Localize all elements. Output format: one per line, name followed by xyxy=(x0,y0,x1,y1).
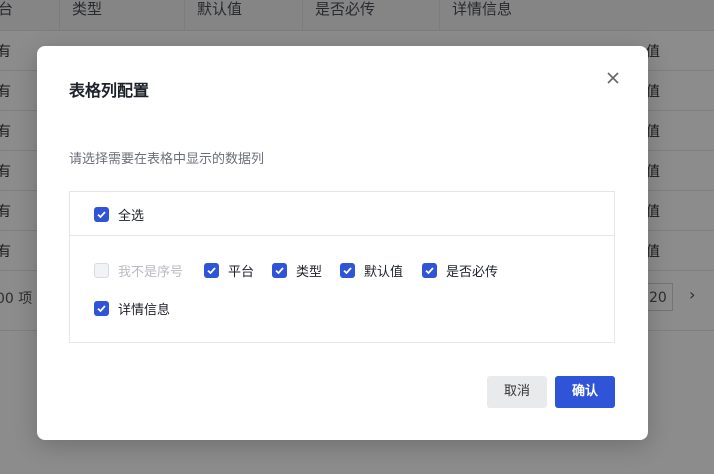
confirm-button[interactable]: 确认 xyxy=(555,376,615,408)
close-icon[interactable] xyxy=(604,70,622,88)
column-checkbox-platform[interactable]: 平台 xyxy=(204,261,255,280)
column-checkbox-panel: 全选 我不是序号 平台 类型 默认值 是否必传 详情信息 xyxy=(69,191,615,343)
column-label: 默认值 xyxy=(364,264,404,280)
dialog-title: 表格列配置 xyxy=(69,81,150,100)
cancel-button[interactable]: 取消 xyxy=(487,376,547,408)
checkbox-checked-icon xyxy=(340,262,355,278)
column-label: 类型 xyxy=(296,264,323,280)
checkbox-disabled-icon xyxy=(94,262,109,278)
dialog-hint: 请选择需要在表格中显示的数据列 xyxy=(69,152,265,167)
checkbox-checked-icon xyxy=(94,206,109,222)
column-label: 平台 xyxy=(228,264,255,280)
column-label: 详情信息 xyxy=(118,302,171,318)
column-checkbox-type[interactable]: 类型 xyxy=(272,261,323,280)
column-label: 是否必传 xyxy=(446,264,499,280)
select-all-label: 全选 xyxy=(118,208,145,224)
select-all-checkbox[interactable]: 全选 xyxy=(94,205,145,224)
select-all-row: 全选 xyxy=(70,192,614,236)
column-config-dialog: 表格列配置 请选择需要在表格中显示的数据列 全选 我不是序号 平台 类型 默认值… xyxy=(37,46,648,440)
column-checkbox-default[interactable]: 默认值 xyxy=(340,261,404,280)
column-label: 我不是序号 xyxy=(118,264,184,280)
column-checkbox-index: 我不是序号 xyxy=(94,261,184,280)
checkbox-checked-icon xyxy=(272,262,287,278)
checkbox-checked-icon xyxy=(204,262,219,278)
checkbox-checked-icon xyxy=(422,262,437,278)
checkbox-checked-icon xyxy=(94,300,109,316)
column-checkbox-required[interactable]: 是否必传 xyxy=(422,261,499,280)
column-checkbox-details[interactable]: 详情信息 xyxy=(94,299,171,318)
